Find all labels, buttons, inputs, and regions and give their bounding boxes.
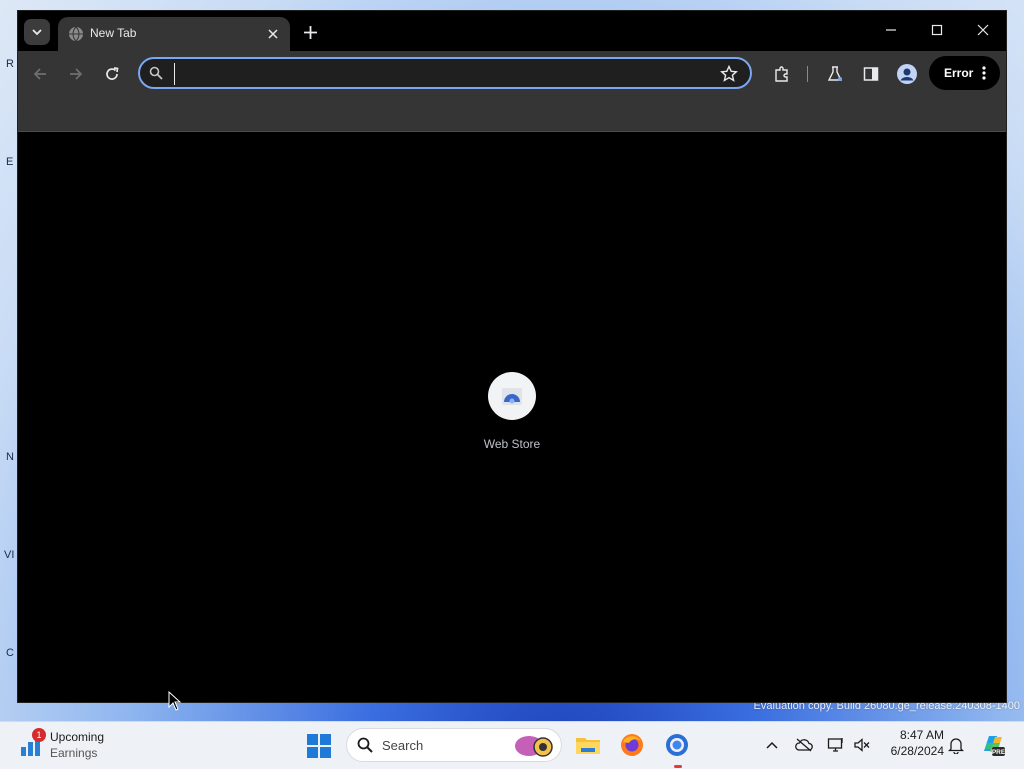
side-panel-icon [863,67,879,81]
close-window-button[interactable] [960,11,1006,49]
arrow-right-icon [70,68,83,80]
desktop-glyph: C [6,647,14,659]
show-hidden-icons-button[interactable] [762,735,782,755]
desktop-icons-edge: R E N VI C [0,0,18,721]
copilot-button[interactable]: PRE [980,731,1006,757]
profile-error-chip[interactable]: Error [929,56,1000,90]
close-icon [977,24,989,36]
search-label: Search [382,738,424,753]
taskbar-clock[interactable]: 8:47 AM 6/28/2024 [880,728,944,758]
globe-icon [69,26,83,42]
flask-icon [827,66,843,81]
browser-window: New Tab Error Web Store [18,11,1006,702]
chrome-button[interactable] [662,730,692,760]
search-icon [149,66,163,80]
reload-button[interactable] [100,62,124,86]
clock-time: 8:47 AM [899,728,944,742]
toolbar-separator [807,66,808,82]
monitor-network-icon [827,738,843,752]
tab-close-button[interactable] [264,25,282,43]
minimize-icon [886,29,896,31]
bookmarks-bar [18,97,1006,132]
clock-date: 6/28/2024 [890,744,944,758]
network-button[interactable] [826,735,846,755]
taskbar: 1 Upcoming Earnings Search 8:47 AM 6/28/… [0,721,1024,769]
shortcut-web-store[interactable]: Web Store [472,372,552,462]
side-panel-button[interactable] [860,63,882,85]
puzzle-icon [775,66,788,82]
folder-icon [576,738,600,754]
tab-search-button[interactable] [24,19,50,45]
plus-icon [303,25,317,39]
close-icon [268,29,278,39]
copilot-pre-icon: PRE [984,736,1006,756]
desktop-glyph: N [6,451,14,463]
file-explorer-button[interactable] [573,730,603,760]
onedrive-button[interactable] [794,735,814,755]
bell-icon [948,738,964,754]
profile-button[interactable] [896,63,918,85]
web-store-icon [502,388,522,405]
new-tab-button[interactable] [298,20,322,44]
maximize-icon [931,24,943,36]
svg-text:PRE: PRE [992,749,1006,756]
more-vert-icon [982,66,986,80]
browser-toolbar: Error [18,51,1006,97]
widget-title: Upcoming [50,730,105,744]
speaker-muted-icon [854,738,870,752]
avatar-icon [897,64,917,84]
new-tab-page: Web Store [18,132,1006,702]
chrome-icon [666,734,688,756]
cloud-off-icon [795,738,813,752]
reload-icon [106,67,119,80]
extensions-button[interactable] [771,63,793,85]
search-highlight-icon [515,736,553,757]
minimize-button[interactable] [868,11,914,49]
shortcut-icon-circle [488,372,536,420]
error-label: Error [944,66,974,80]
taskbar-search[interactable]: Search [346,728,562,762]
widgets-button[interactable]: 1 Upcoming Earnings [20,728,130,764]
search-icon [357,737,373,753]
notification-badge: 1 [32,728,46,742]
arrow-left-icon [33,68,46,80]
desktop-glyph: VI [4,549,15,561]
bookmark-star-icon[interactable] [720,65,738,83]
firefox-icon [621,734,643,756]
start-button[interactable] [306,733,332,759]
shortcut-label: Web Store [483,437,541,451]
widget-subtitle: Earnings [50,746,98,760]
volume-button[interactable] [852,735,872,755]
address-input[interactable] [174,63,710,85]
mouse-cursor-icon [168,691,182,711]
forward-button[interactable] [64,62,88,86]
labs-button[interactable] [824,63,846,85]
notifications-button[interactable] [946,735,966,755]
desktop-glyph: R [6,58,14,70]
back-button[interactable] [28,62,52,86]
title-bar: New Tab [18,11,1006,51]
tab-new-tab[interactable]: New Tab [58,17,290,51]
tab-title: New Tab [90,26,137,40]
chevron-up-icon [766,741,778,749]
maximize-button[interactable] [914,11,960,49]
chevron-down-icon [32,29,42,36]
desktop-glyph: E [6,156,14,168]
address-bar[interactable] [138,57,752,89]
firefox-button[interactable] [617,730,647,760]
